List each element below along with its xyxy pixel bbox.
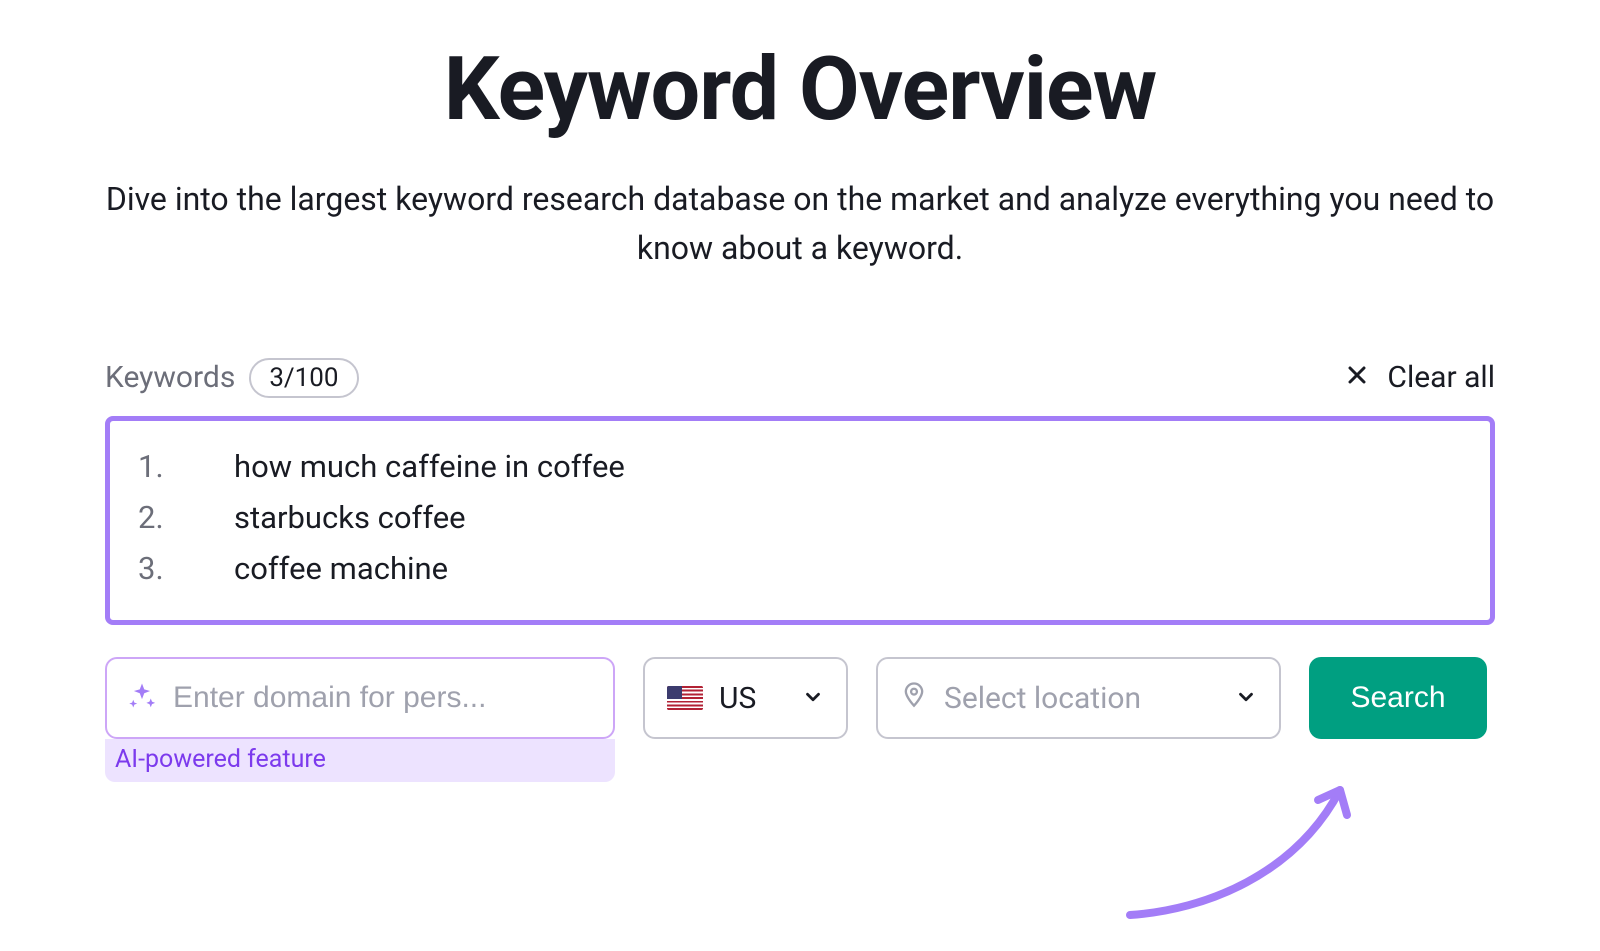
location-pin-icon: [900, 680, 928, 716]
keyword-item: how much caffeine in coffee: [138, 441, 1462, 492]
us-flag-icon: [667, 686, 703, 710]
domain-input-wrapper[interactable]: [105, 657, 615, 739]
keyword-item: coffee machine: [138, 543, 1462, 594]
clear-all-button[interactable]: Clear all: [1345, 360, 1495, 395]
chevron-down-icon: [802, 681, 824, 716]
location-select[interactable]: Select location: [876, 657, 1281, 739]
keywords-label: Keywords: [105, 360, 235, 395]
keyword-item: starbucks coffee: [138, 492, 1462, 543]
ai-feature-label: AI-powered feature: [105, 739, 615, 782]
location-placeholder: Select location: [944, 681, 1219, 716]
keywords-count-badge: 3/100: [249, 358, 358, 398]
domain-input[interactable]: [171, 680, 593, 716]
country-code: US: [719, 681, 756, 716]
page-title: Keyword Overview: [105, 42, 1495, 139]
page-subtitle: Dive into the largest keyword research d…: [105, 175, 1495, 274]
annotation-arrow: [1115, 760, 1395, 930]
sparkle-icon: [127, 681, 157, 715]
search-button[interactable]: Search: [1309, 657, 1487, 739]
country-select[interactable]: US: [643, 657, 848, 739]
keywords-input-box[interactable]: how much caffeine in coffee starbucks co…: [105, 416, 1495, 625]
close-icon: [1345, 360, 1369, 395]
keywords-list: how much caffeine in coffee starbucks co…: [138, 441, 1462, 594]
clear-all-label: Clear all: [1387, 360, 1495, 395]
chevron-down-icon: [1235, 681, 1257, 716]
